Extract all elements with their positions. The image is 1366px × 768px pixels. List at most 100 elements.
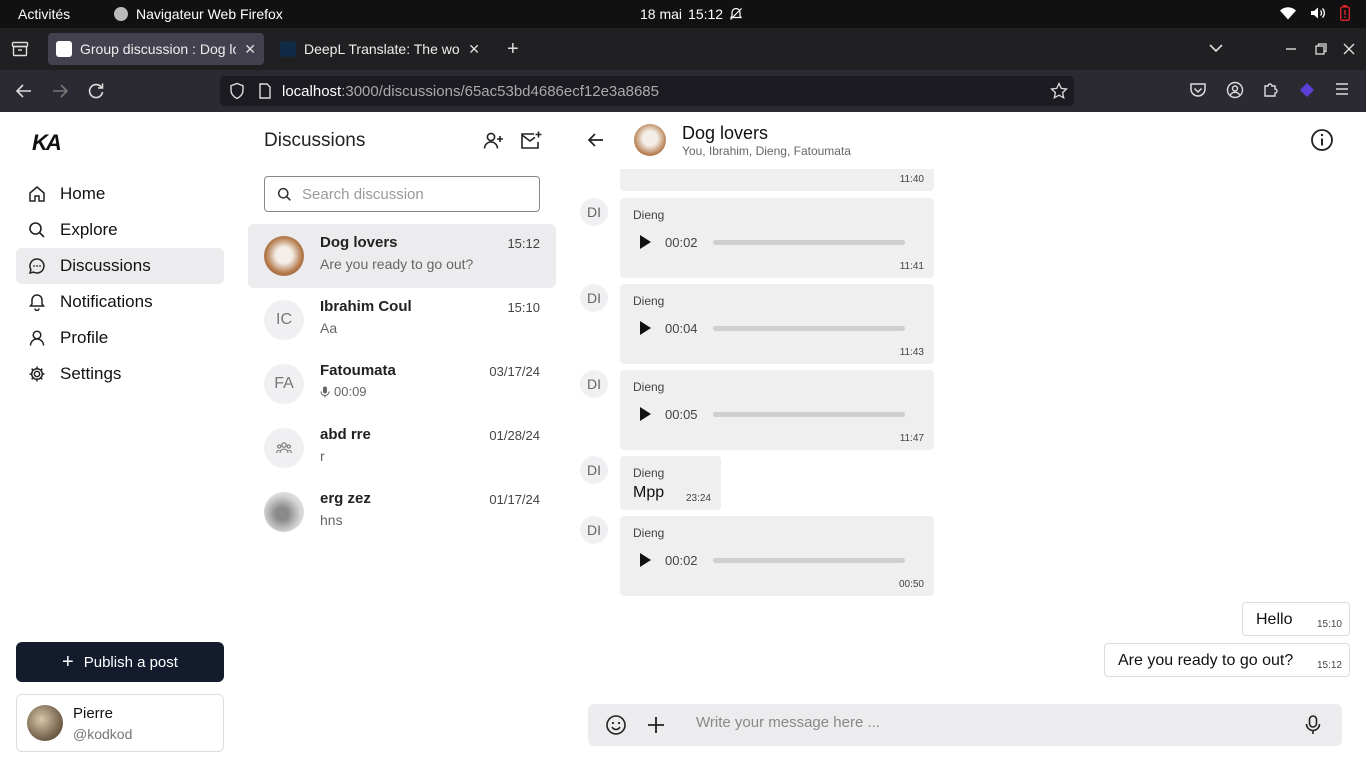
sender-avatar: DI <box>580 456 608 484</box>
avatar <box>264 492 304 532</box>
discussion-preview: r <box>320 448 325 464</box>
firefox-view-icon[interactable] <box>11 40 29 58</box>
avatar: IC <box>264 300 304 340</box>
discussion-item-erg-zez[interactable]: erg zez hns 01/17/24 <box>248 480 556 544</box>
current-user-card[interactable]: Pierre @kodkod <box>16 694 224 752</box>
sender-avatar: DI <box>580 370 608 398</box>
discussion-item-dog-lovers[interactable]: Dog lovers Are you ready to go out? 15:1… <box>248 224 556 288</box>
tracking-shield-icon[interactable] <box>228 82 246 100</box>
audio-progress-track[interactable] <box>713 412 905 417</box>
system-tray[interactable] <box>1280 5 1350 21</box>
sidebar-item-label: Notifications <box>60 292 153 311</box>
extensions-puzzle-icon[interactable] <box>1262 81 1280 99</box>
back-icon[interactable] <box>14 81 34 101</box>
close-window-icon[interactable] <box>1342 42 1356 56</box>
message-text: Mpp <box>633 484 665 501</box>
sidebar-item-explore[interactable]: Explore <box>16 212 224 248</box>
extension-diamond-icon[interactable] <box>1298 81 1316 99</box>
sender-avatar: DI <box>580 198 608 226</box>
message-input[interactable] <box>696 714 1276 731</box>
audio-duration: 00:02 <box>665 235 698 250</box>
sidebar-item-settings[interactable]: Settings <box>16 356 224 392</box>
account-icon[interactable] <box>1226 81 1244 99</box>
discussions-title: Discussions <box>264 130 366 151</box>
message-time: 11:41 <box>899 261 924 272</box>
message-time: 11:40 <box>899 174 924 185</box>
app-logo[interactable]: KA <box>32 130 62 156</box>
sidebar-item-discussions[interactable]: Discussions <box>16 248 224 284</box>
sidebar-item-notifications[interactable]: Notifications <box>16 284 224 320</box>
discussion-time: 15:10 <box>507 300 540 315</box>
play-icon[interactable] <box>640 407 651 421</box>
avatar <box>264 236 304 276</box>
user-handle: @kodkod <box>73 725 133 742</box>
clock[interactable]: 18 mai 15:12 <box>640 6 743 22</box>
chat-members: You, Ibrahim, Dieng, Fatoumata <box>682 144 851 158</box>
publish-post-button[interactable]: + Publish a post <box>16 642 224 682</box>
avatar <box>264 428 304 468</box>
discussion-name: Ibrahim Coul <box>320 298 412 315</box>
message-sender: Dieng <box>633 466 665 480</box>
play-icon[interactable] <box>640 235 651 249</box>
discussion-name: erg zez <box>320 490 371 507</box>
reload-icon[interactable] <box>86 81 106 101</box>
page-icon[interactable] <box>258 83 272 99</box>
tab-title: Group discussion : Dog lo <box>80 41 237 57</box>
microphone-icon[interactable] <box>1302 714 1324 736</box>
search-discussion-field[interactable] <box>264 176 540 212</box>
app-menu[interactable]: Navigateur Web Firefox <box>114 6 283 22</box>
sidebar-item-label: Discussions <box>60 256 151 275</box>
list-tabs-chevron-down-icon[interactable] <box>1208 42 1224 54</box>
url-bar[interactable]: localhost:3000/discussions/65ac53bd4686e… <box>220 76 1074 106</box>
new-tab-icon[interactable]: + <box>507 38 519 61</box>
play-icon[interactable] <box>640 553 651 567</box>
discussion-item-abd-rre[interactable]: abd rre r 01/28/24 <box>248 416 556 480</box>
play-icon[interactable] <box>640 321 651 335</box>
audio-message: Dieng 00:04 11:43 <box>620 284 934 364</box>
restore-icon[interactable] <box>1314 42 1328 56</box>
add-user-icon[interactable] <box>482 130 504 152</box>
audio-progress-track[interactable] <box>713 558 905 563</box>
message-list[interactable]: 11:40 DI Dieng 00:02 11:41 DI Dieng 00:0… <box>576 169 1356 709</box>
message-time: 15:12 <box>1316 660 1342 671</box>
chat-title: Dog lovers <box>682 123 769 143</box>
audio-progress-track[interactable] <box>713 240 905 245</box>
discussion-item-fatoumata[interactable]: FA Fatoumata 00:09 03/17/24 <box>248 352 556 416</box>
url-path: :3000/discussions/65ac53bd4686ecf12e3a86… <box>341 82 659 100</box>
message-sender: Dieng <box>633 208 665 222</box>
new-message-icon[interactable] <box>520 130 542 152</box>
app-main: KA Home Explore Discussions Notification… <box>0 112 1366 768</box>
close-tab-icon[interactable]: ✕ <box>468 41 480 58</box>
message-text: Are you ready to go out? <box>1118 652 1294 669</box>
activities-button[interactable]: Activités <box>18 6 70 22</box>
chat-icon <box>28 258 45 275</box>
back-arrow-icon[interactable] <box>586 130 606 150</box>
discussion-time: 01/28/24 <box>489 428 540 443</box>
info-icon[interactable] <box>1310 128 1334 152</box>
add-attachment-icon[interactable] <box>645 714 667 736</box>
firefox-icon <box>114 7 128 21</box>
tab-group-discussion[interactable]: Group discussion : Dog lo ✕ <box>48 33 264 65</box>
search-input[interactable] <box>302 185 522 203</box>
minimize-icon[interactable] <box>1284 42 1298 56</box>
sidebar-item-profile[interactable]: Profile <box>16 320 224 356</box>
tab-title: DeepL Translate: The wo <box>304 41 460 57</box>
hamburger-menu-icon[interactable] <box>1334 81 1350 97</box>
home-icon <box>29 186 45 202</box>
sender-avatar: DI <box>580 284 608 312</box>
audio-duration: 00:02 <box>665 553 698 568</box>
publish-label: Publish a post <box>83 653 178 671</box>
sidebar-item-home[interactable]: Home <box>16 176 224 212</box>
sidebar-item-label: Home <box>60 184 106 203</box>
close-tab-icon[interactable]: ✕ <box>244 41 256 58</box>
user-name: Pierre <box>73 704 114 722</box>
discussion-item-ibrahim-coul[interactable]: IC Ibrahim Coul Aa 15:10 <box>248 288 556 352</box>
gear-icon <box>29 366 45 382</box>
emoji-icon[interactable] <box>605 714 627 736</box>
audio-progress-track[interactable] <box>713 326 905 331</box>
tab-deepl[interactable]: DeepL Translate: The wo ✕ <box>272 33 488 65</box>
bookmark-star-icon[interactable] <box>1050 82 1068 100</box>
pocket-icon[interactable] <box>1189 81 1207 99</box>
sender-avatar: DI <box>580 516 608 544</box>
forward-icon[interactable] <box>50 81 70 101</box>
